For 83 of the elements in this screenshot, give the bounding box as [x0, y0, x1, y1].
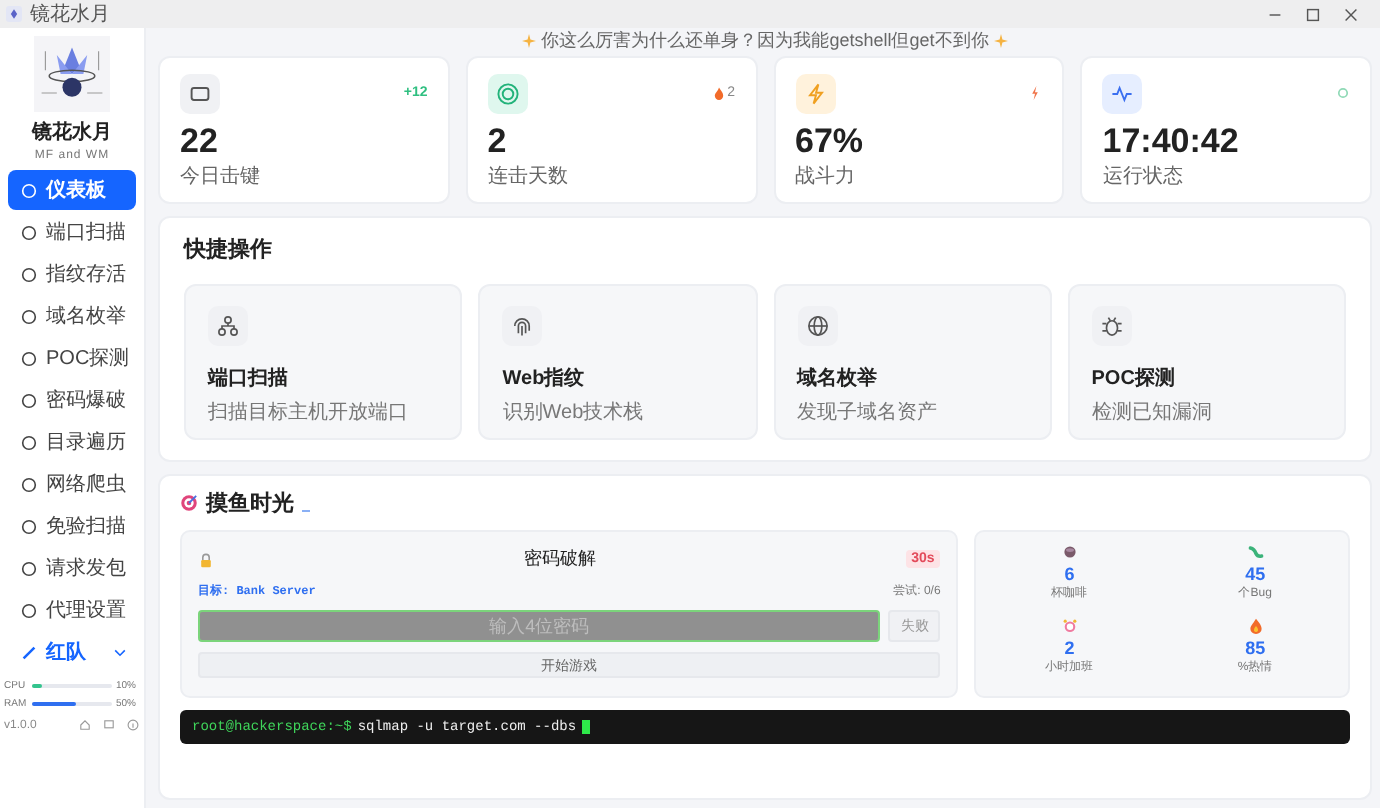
stat-icon: [487, 74, 528, 114]
app-name: 镜花水月: [32, 119, 112, 146]
stat-label: 连击天数: [487, 163, 570, 190]
chevron-icon: [112, 644, 128, 660]
quick-action-card[interactable]: Web指纹 识别Web技术栈: [478, 284, 757, 440]
avatar-logo: [34, 36, 110, 112]
quick-action-card[interactable]: 域名枚举 发现子域名资产: [773, 284, 1052, 440]
action-title: Web指纹: [502, 365, 587, 392]
flame-icon: [1247, 618, 1264, 634]
nav-item[interactable]: 请求发包: [8, 548, 136, 588]
section-title: 摸鱼时光: [206, 489, 294, 518]
stat-value: 17:40:42: [1102, 124, 1241, 158]
game-title: 密码破解: [521, 546, 598, 572]
app-icon: [6, 6, 22, 22]
stat-icon: [1102, 74, 1143, 114]
monitor-icon[interactable]: [102, 718, 116, 732]
window-title: 镜花水月: [30, 1, 110, 28]
action-icon: [208, 306, 248, 346]
action-description: 扫描目标主机开放端口: [208, 399, 410, 426]
caterpillar-icon: [1247, 544, 1264, 560]
nav-icon: [20, 517, 38, 535]
stat-value: 22: [180, 124, 220, 158]
banner-text: 你这么厉害为什么还单身？因为我能getshell但get不到你: [541, 27, 989, 53]
nav-icon: [20, 433, 38, 451]
quick-action-card[interactable]: POC探测 检测已知漏洞: [1067, 284, 1346, 440]
info-icon[interactable]: [126, 718, 140, 732]
nav-item[interactable]: POC探测: [8, 338, 136, 378]
nav-icon: [20, 349, 38, 367]
stat-icon: [795, 74, 835, 114]
text-cursor: [302, 510, 310, 512]
home-icon[interactable]: [78, 718, 92, 732]
action-icon: [1091, 306, 1132, 346]
quick-action-card[interactable]: 端口扫描 扫描目标主机开放端口: [184, 284, 463, 440]
nav-item[interactable]: 网络爬虫: [8, 464, 136, 504]
action-title: 端口扫描: [208, 365, 290, 392]
nav-item[interactable]: 免验扫描: [8, 506, 136, 546]
nav-item[interactable]: 指纹存活: [8, 254, 136, 294]
stat-value: 2: [487, 124, 509, 158]
nav-icon: [20, 559, 38, 577]
nav-icon: [20, 181, 38, 199]
fun-stat-value: 6: [1064, 564, 1075, 584]
nav-item[interactable]: 域名枚举: [8, 296, 136, 336]
nav-item[interactable]: 端口扫描: [8, 212, 136, 252]
fun-stat-value: 85: [1245, 638, 1266, 658]
nav-group[interactable]: 红队: [8, 632, 136, 672]
nav-icon: [20, 475, 38, 493]
stat-label: 战斗力: [795, 163, 857, 190]
sparkle-icon: [994, 33, 1009, 47]
nav-icon: [20, 307, 38, 325]
target-icon: [180, 494, 198, 512]
lock-icon: [198, 551, 214, 567]
stat-icon: [180, 74, 220, 114]
stat-label: 今日击键: [180, 163, 262, 190]
status-dot-icon: [1336, 86, 1350, 100]
nav-icon: [20, 265, 38, 283]
section-title: 快捷操作: [184, 235, 274, 264]
stat-value: 67%: [795, 124, 866, 158]
action-description: 识别Web技术栈: [502, 399, 646, 426]
fun-stat-value: 45: [1245, 564, 1266, 584]
nav-item[interactable]: 目录遍历: [8, 422, 136, 462]
flame-icon: [711, 86, 726, 100]
close-icon[interactable]: [1342, 5, 1360, 23]
lightning-icon: [1028, 86, 1043, 100]
coffee-icon: [1061, 544, 1078, 560]
action-description: 发现子域名资产: [797, 399, 939, 426]
action-icon: [797, 306, 837, 346]
nav-icon: [20, 223, 38, 241]
action-icon: [502, 306, 543, 346]
fun-stat-value: 2: [1064, 638, 1075, 658]
terminal-cursor: [582, 720, 591, 734]
nav-item[interactable]: 代理设置: [8, 590, 136, 630]
maximize-icon[interactable]: [1304, 5, 1322, 23]
action-title: POC探测: [1091, 365, 1177, 392]
nav-item[interactable]: 仪表板: [8, 170, 136, 210]
pen-icon: [20, 643, 38, 661]
nav-icon: [20, 391, 38, 409]
nav-icon: [20, 601, 38, 619]
action-description: 检测已知漏洞: [1091, 399, 1214, 426]
alarm-clock-icon: [1061, 618, 1078, 634]
nav-item[interactable]: 密码爆破: [8, 380, 136, 420]
action-title: 域名枚举: [797, 364, 879, 392]
stat-label: 运行状态: [1102, 163, 1185, 190]
sparkle-icon: [521, 33, 536, 47]
